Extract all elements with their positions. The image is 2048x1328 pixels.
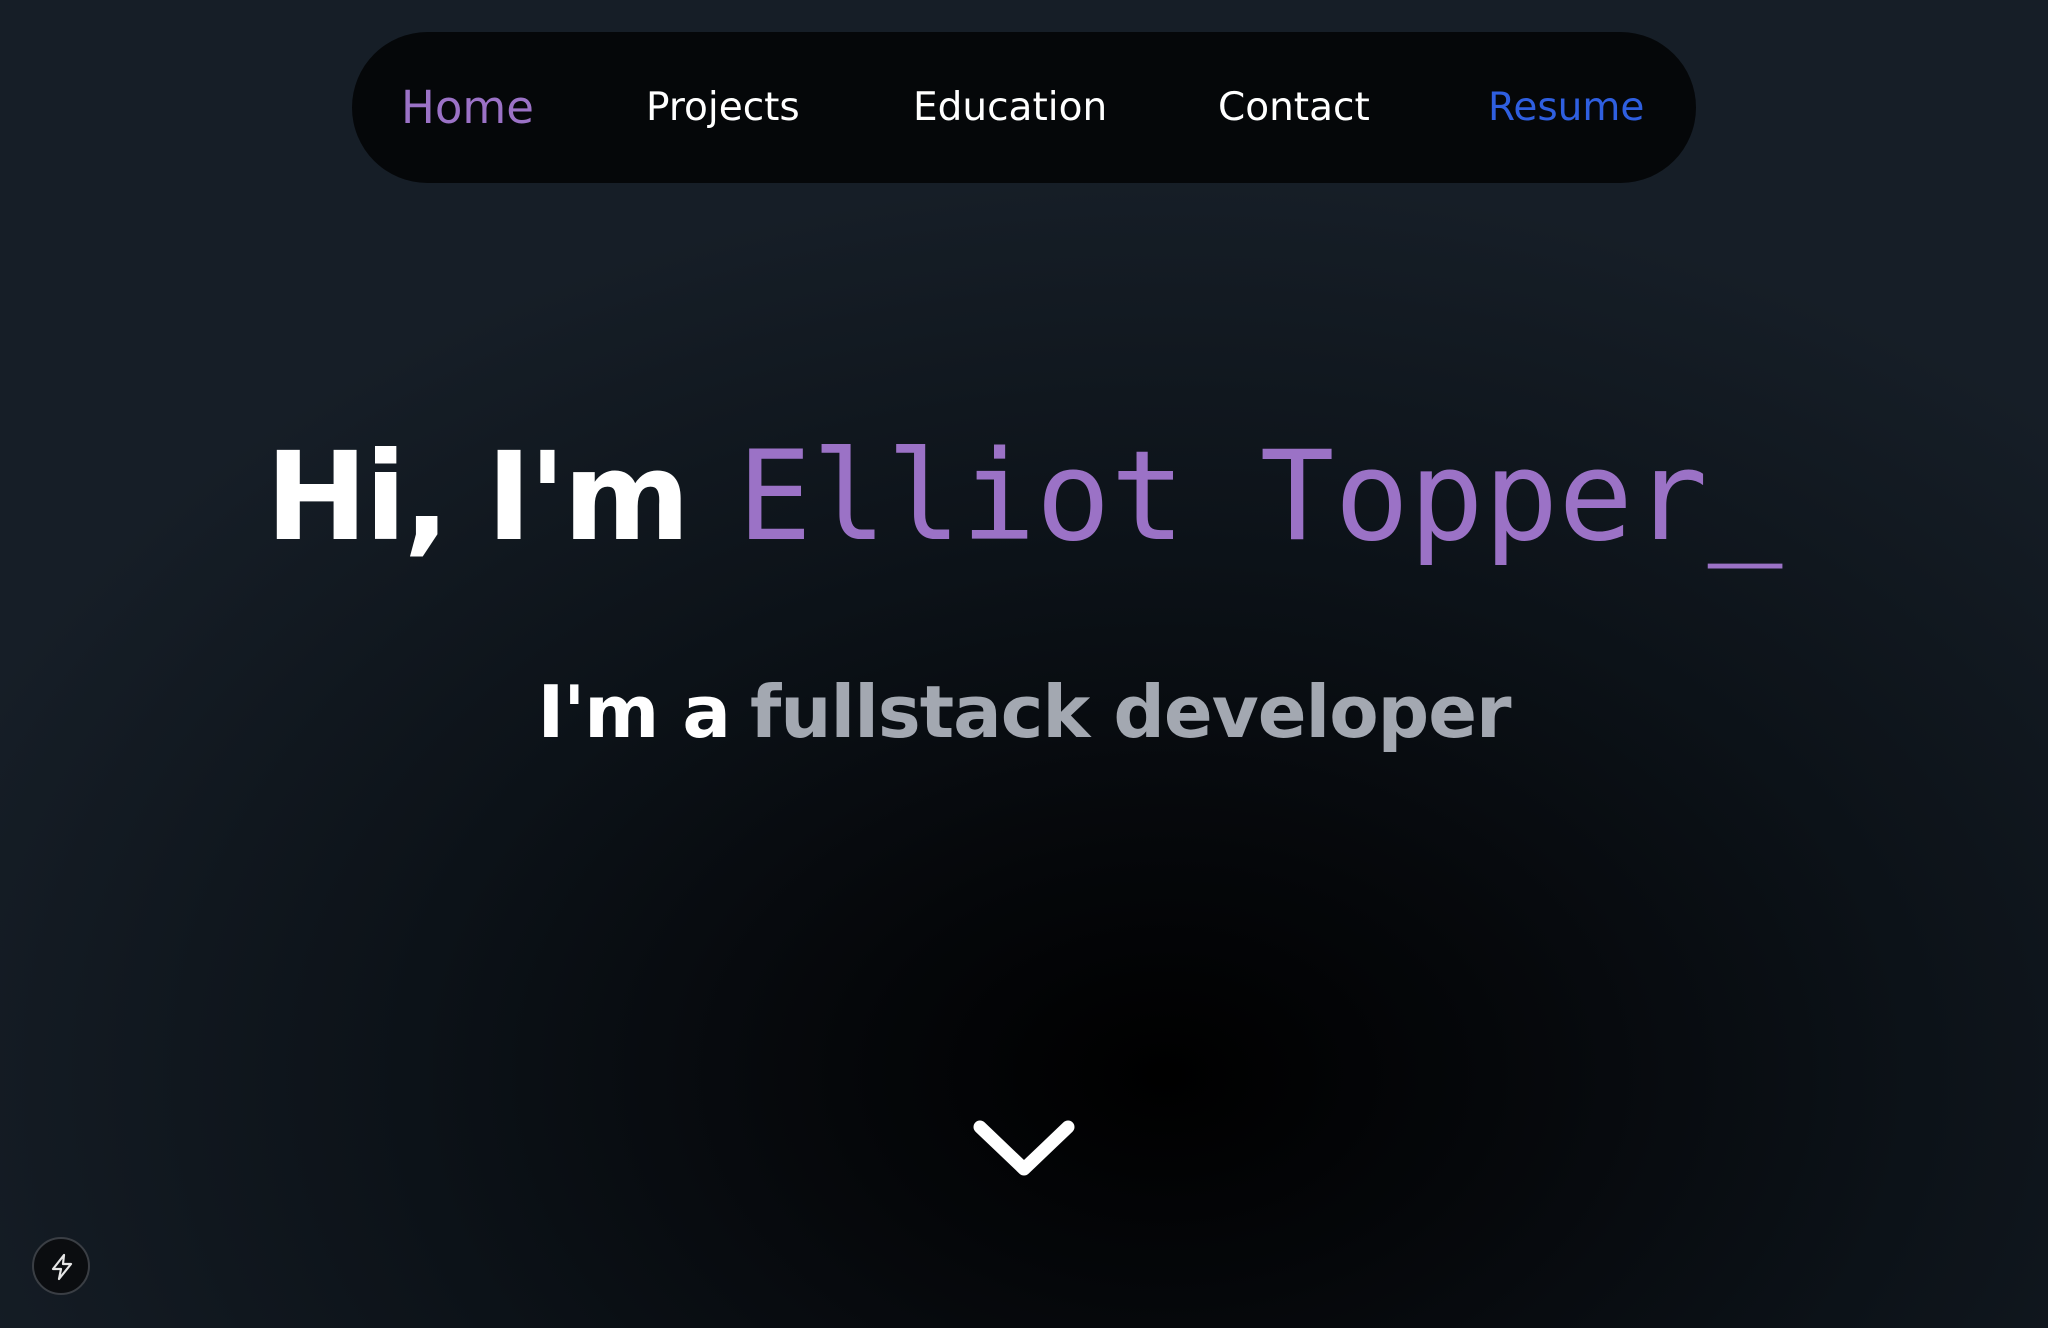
floating-action-button[interactable] <box>32 1237 90 1295</box>
scroll-down-button[interactable] <box>970 1115 1078 1181</box>
typing-cursor: _ <box>1707 425 1783 569</box>
greeting-text: Hi, I'm <box>265 426 691 568</box>
subtitle-prefix: I'm a <box>537 670 731 754</box>
nav-contact[interactable]: Contact <box>1218 32 1370 183</box>
top-nav: Home Projects Education Contact Resume <box>352 32 1696 183</box>
nav-projects[interactable]: Projects <box>646 32 800 183</box>
chevron-down-icon <box>973 1120 1075 1176</box>
subtitle-role: fullstack developer <box>749 670 1512 754</box>
nav-home[interactable]: Home <box>401 32 534 183</box>
nav-education[interactable]: Education <box>913 32 1107 183</box>
name-text: Elliot Topper <box>737 425 1708 569</box>
hero-subtitle: I'm a fullstack developer <box>0 670 2048 754</box>
lightning-bolt-icon <box>51 1253 73 1281</box>
nav-resume[interactable]: Resume <box>1488 32 1644 183</box>
hero-heading: Hi, I'm Elliot Topper_ <box>0 425 2048 605</box>
